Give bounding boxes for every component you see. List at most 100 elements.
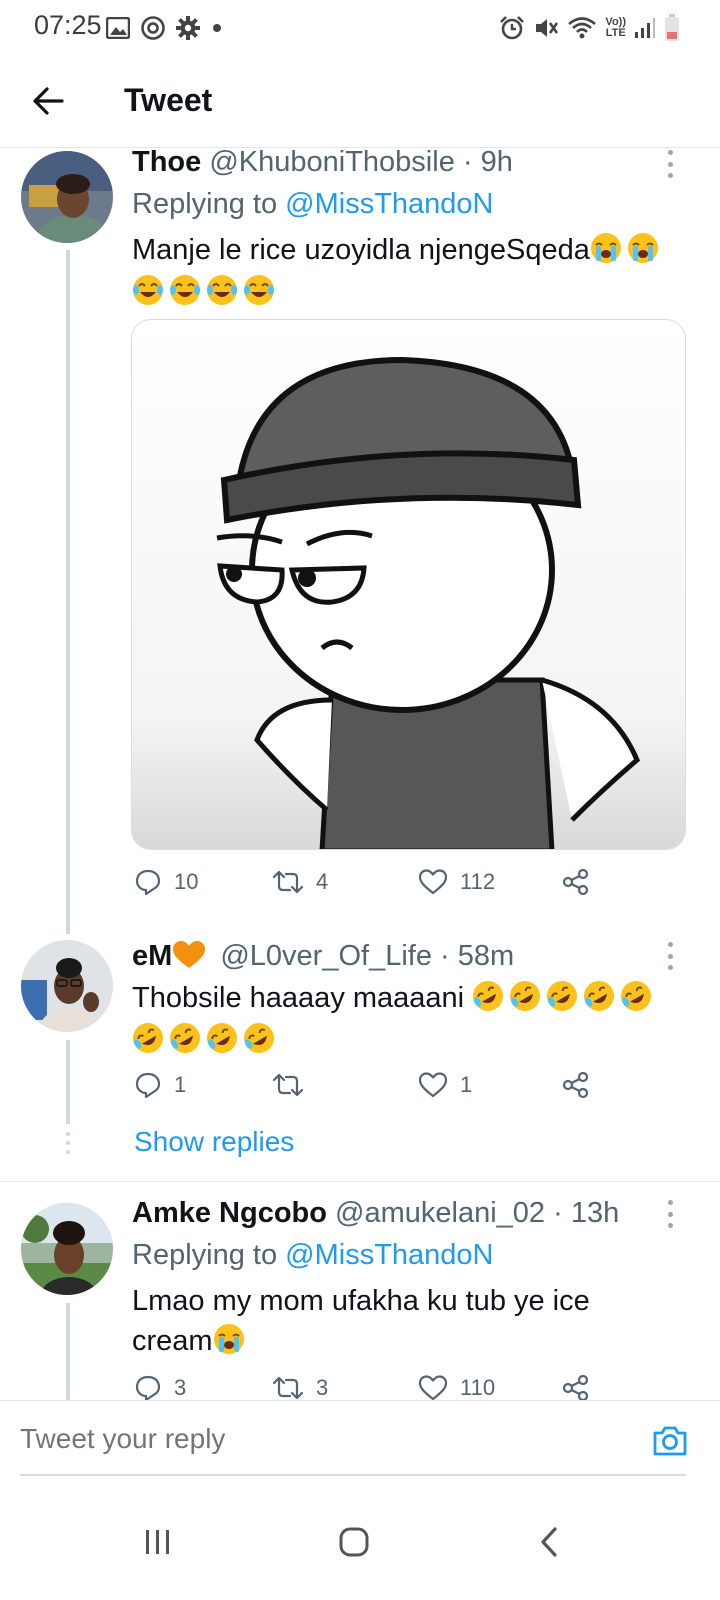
divider [0, 1181, 720, 1182]
status-bar: 07:25 Vo)) LTE [0, 0, 720, 56]
tweet-text: Manje le rice uzoyidla njengeSqeda [132, 230, 692, 312]
nav-back-button[interactable] [520, 1512, 580, 1572]
mention-link[interactable]: @MissThandoN [285, 1239, 493, 1271]
reply-icon [135, 1375, 161, 1402]
loudly-crying-face-emoji [590, 233, 621, 263]
rolling-on-floor-laughing-emoji [510, 981, 541, 1011]
tweet-text-line2: cream [132, 1325, 213, 1357]
tweet-header: Amke Ngcobo @amukelani_02 · 13h [132, 1197, 619, 1230]
reply-button[interactable]: 3 [134, 1374, 186, 1402]
avatar[interactable] [21, 940, 113, 1032]
image-icon [106, 17, 130, 39]
loudly-crying-face-emoji [213, 1324, 244, 1354]
like-button[interactable]: 1 [418, 1071, 472, 1099]
camera-ring-icon [140, 15, 166, 41]
mention-link[interactable]: @MissThandoN [285, 188, 493, 220]
tweet-text-line1: Lmao my mom ufakha ku tub ye ice [132, 1285, 590, 1317]
display-name[interactable]: Thoe [132, 146, 201, 178]
retweet-button[interactable]: 3 [272, 1374, 328, 1402]
mute-icon [533, 15, 559, 41]
dot-icon [210, 21, 224, 35]
reply-icon [135, 869, 161, 896]
wifi-icon [567, 16, 597, 40]
reply-input[interactable] [20, 1423, 620, 1455]
header: Tweet [0, 56, 720, 148]
camera-button[interactable] [650, 1421, 690, 1461]
rolling-on-floor-laughing-emoji [621, 981, 652, 1011]
replying-to-prefix: Replying to [132, 188, 278, 220]
home-button[interactable] [324, 1512, 384, 1572]
rolling-on-floor-laughing-emoji [584, 981, 615, 1011]
home-icon [339, 1527, 369, 1557]
share-button[interactable] [562, 1374, 590, 1402]
retweet-button[interactable]: 4 [272, 868, 328, 896]
display-name[interactable]: Amke Ngcobo [132, 1197, 327, 1229]
camera-icon [653, 1426, 687, 1456]
reply-button[interactable]: 10 [134, 868, 198, 896]
tweet-text: Lmao my mom ufakha ku tub ye ice cream [132, 1281, 692, 1361]
reply-count: 10 [174, 869, 199, 894]
loudly-crying-face-emoji [627, 233, 658, 263]
heart-icon [418, 1072, 448, 1098]
tweet-text: Thobsile haaaay maaaani [132, 978, 692, 1060]
thread-line [66, 250, 70, 934]
reply-composer [0, 1400, 720, 1480]
gear-icon [176, 16, 200, 40]
reply-count: 1 [174, 1072, 187, 1097]
share-icon [562, 868, 589, 896]
retweet-icon [272, 1376, 304, 1400]
volte-label-bottom: LTE [605, 27, 626, 39]
handle[interactable]: @KhuboniThobsile [209, 146, 454, 178]
retweet-icon [272, 1073, 304, 1097]
more-options-button[interactable] [660, 1200, 680, 1228]
retweet-button[interactable] [272, 1071, 316, 1099]
show-replies-link[interactable]: Show replies [134, 1126, 294, 1158]
like-count: 112 [460, 869, 496, 894]
face-with-tears-of-joy-emoji [207, 275, 237, 305]
display-name[interactable]: eM [132, 940, 172, 972]
avatar[interactable] [21, 1203, 113, 1295]
heart-icon [418, 1375, 448, 1401]
page-title: Tweet [124, 82, 213, 118]
handle[interactable]: @L0ver_Of_Life [220, 940, 432, 972]
collapsed-thread-dots [66, 1132, 70, 1156]
share-icon [562, 1071, 589, 1099]
like-count: 110 [460, 1375, 496, 1400]
composer-underline [20, 1474, 686, 1476]
retweet-icon [272, 870, 304, 894]
like-button[interactable]: 112 [418, 868, 495, 896]
timestamp: · 58m [440, 940, 515, 972]
tweet-media-image[interactable] [131, 319, 686, 850]
share-button[interactable] [562, 868, 590, 896]
back-button[interactable] [26, 78, 72, 124]
signal-icon [634, 16, 656, 40]
recent-apps-icon [146, 1530, 169, 1554]
retweet-count: 4 [316, 869, 329, 894]
reply-count: 3 [174, 1375, 187, 1400]
alarm-icon [499, 15, 525, 41]
rolling-on-floor-laughing-emoji [547, 981, 578, 1011]
arrow-left-icon [33, 87, 64, 115]
share-icon [562, 1374, 589, 1402]
tweet-header: Thoe @KhuboniThobsile · 9h [132, 146, 513, 179]
tweet-actions: 1 1 [132, 1071, 602, 1105]
share-button[interactable] [562, 1071, 590, 1099]
rolling-on-floor-laughing-emoji [473, 981, 504, 1011]
face-with-tears-of-joy-emoji [244, 275, 274, 305]
timestamp: · 13h [553, 1197, 620, 1229]
more-options-button[interactable] [660, 942, 680, 970]
tweet-text-body: Thobsile haaaay maaaani [132, 982, 465, 1014]
reply-icon [135, 1072, 161, 1099]
recent-apps-button[interactable] [128, 1512, 188, 1572]
replying-to: Replying to @MissThandoN [132, 188, 494, 221]
handle[interactable]: @amukelani_02 [335, 1197, 545, 1229]
thread-line [66, 1303, 70, 1400]
like-button[interactable]: 110 [418, 1374, 495, 1402]
rolling-on-floor-laughing-emoji [133, 1023, 163, 1053]
avatar[interactable] [21, 151, 113, 243]
retweet-count: 3 [316, 1375, 329, 1400]
reply-button[interactable]: 1 [134, 1071, 186, 1099]
replying-to-prefix: Replying to [132, 1239, 278, 1271]
more-options-button[interactable] [660, 150, 680, 178]
status-time: 07:25 [34, 10, 102, 40]
